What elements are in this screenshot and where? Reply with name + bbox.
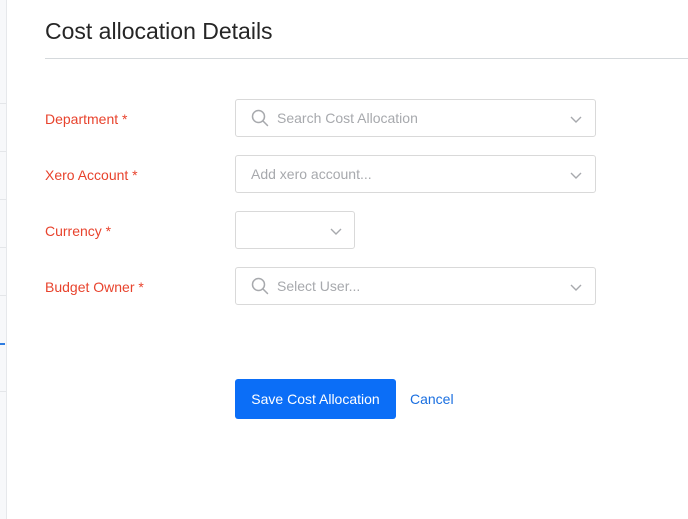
nav-active-indicator (0, 343, 5, 345)
side-navigation-edge (0, 0, 7, 519)
nav-divider (0, 199, 6, 200)
title-divider (45, 58, 688, 59)
budget-owner-select[interactable]: Select User... (235, 267, 596, 305)
save-cost-allocation-button[interactable]: Save Cost Allocation (235, 379, 396, 419)
budget-owner-placeholder: Select User... (277, 278, 361, 294)
chevron-down-icon (329, 224, 343, 238)
department-label: Department * (45, 111, 128, 127)
nav-divider (0, 295, 6, 296)
budget-owner-label: Budget Owner * (45, 279, 144, 295)
xero-account-label: Xero Account * (45, 167, 138, 183)
xero-account-placeholder: Add xero account... (251, 166, 372, 182)
chevron-down-icon (569, 280, 583, 294)
currency-select[interactable] (235, 211, 355, 249)
cancel-link[interactable]: Cancel (410, 391, 454, 407)
page-title: Cost allocation Details (45, 18, 273, 44)
xero-account-select[interactable]: Add xero account... (235, 155, 596, 193)
department-select[interactable]: Search Cost Allocation (235, 99, 596, 137)
search-icon (251, 109, 269, 127)
chevron-down-icon (569, 168, 583, 182)
nav-divider (0, 151, 6, 152)
nav-divider (0, 247, 6, 248)
department-placeholder: Search Cost Allocation (277, 110, 418, 126)
nav-divider (0, 103, 6, 104)
search-icon (251, 277, 269, 295)
currency-label: Currency * (45, 223, 112, 239)
chevron-down-icon (569, 112, 583, 126)
nav-divider (0, 391, 6, 392)
